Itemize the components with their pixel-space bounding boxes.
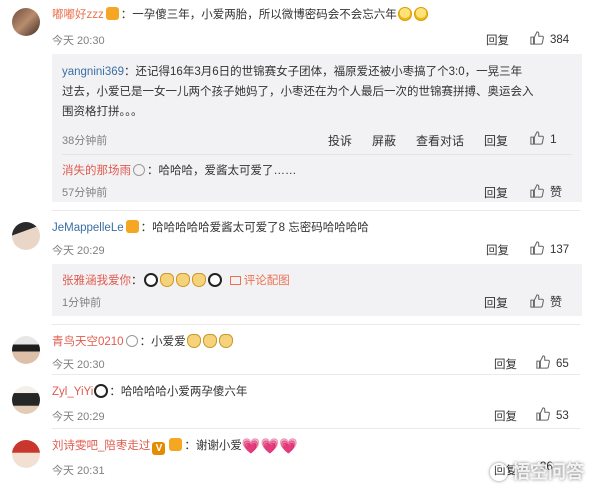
- cat-emoji-icon: [218, 334, 233, 348]
- avatar[interactable]: [12, 222, 40, 250]
- reply-item: 消失的那场雨 ：哈哈哈，爱酱太可爱了……: [62, 162, 297, 178]
- reply-time: 38分钟前: [62, 135, 108, 147]
- divider: [52, 210, 580, 211]
- reply-item: 张雅涵我爱你： 评论配图: [62, 272, 290, 288]
- cat-emoji-icon: [202, 334, 217, 348]
- like-button[interactable]: 1: [530, 131, 557, 146]
- timestamp: 今天 20:29: [52, 245, 105, 257]
- like-count: 384: [550, 34, 570, 46]
- like-button[interactable]: 赞: [530, 183, 562, 200]
- avatar[interactable]: [12, 386, 40, 414]
- vip-badge-icon: [125, 220, 139, 233]
- heart-emoji-icon: 💗: [260, 438, 280, 455]
- reply-button[interactable]: 回复: [486, 242, 509, 258]
- cat-emoji-icon: [186, 334, 201, 348]
- like-button[interactable]: 65: [536, 355, 569, 370]
- panda-emoji-icon: [94, 384, 109, 398]
- like-count: 137: [550, 244, 570, 256]
- thumbs-up-icon: [530, 184, 544, 198]
- reply-button[interactable]: 回复: [484, 184, 508, 201]
- thumbs-up-icon: [530, 294, 544, 308]
- avatar[interactable]: [12, 8, 40, 36]
- reply-button[interactable]: 回复: [484, 132, 508, 149]
- timestamp: 今天 20:30: [52, 359, 105, 371]
- timestamp: 今天 20:30: [52, 35, 105, 47]
- watermark: 悟空问答: [490, 458, 584, 484]
- vip-badge-icon: [169, 438, 183, 451]
- cat-emoji-icon: [175, 273, 190, 287]
- thumbs-up-icon: [530, 131, 544, 145]
- reply-time: 1分钟前: [62, 297, 102, 309]
- laugh-emoji-icon: [413, 7, 428, 21]
- like-button[interactable]: 137: [530, 241, 569, 256]
- like-button[interactable]: 384: [530, 31, 569, 46]
- comment-text: ：哈哈哈哈哈爱酱太可爱了8 忘密码哈哈哈哈: [140, 222, 369, 234]
- username[interactable]: 张雅涵我爱你: [62, 275, 131, 287]
- heart-emoji-icon: 💗: [241, 438, 261, 455]
- comment-text: ：一孕傻三年，小爱两胎，所以微博密码会不会忘六年: [120, 9, 397, 21]
- timestamp: 今天 20:31: [52, 465, 105, 477]
- username[interactable]: yangnini369: [62, 66, 124, 78]
- image-icon: [229, 276, 241, 285]
- like-button[interactable]: 赞: [530, 293, 562, 310]
- reply-text: ：哈哈哈，爱酱太可爱了……: [147, 165, 297, 177]
- reply-text: 过去，小爱已是一女一儿两个孩子她妈了，小枣还在为个人最后一次的世锦赛拼搏、奥运会…: [62, 86, 534, 98]
- reply-button[interactable]: 回复: [486, 32, 509, 48]
- timestamp: 今天 20:29: [52, 411, 105, 423]
- comment-text: ：小爱爱: [139, 336, 186, 348]
- reply-time: 57分钟前: [62, 187, 108, 199]
- emoji-icon: [207, 273, 222, 287]
- thumbs-up-icon: [530, 31, 544, 45]
- cat-emoji-icon: [159, 273, 174, 287]
- block-button[interactable]: 屏蔽: [372, 132, 396, 149]
- username[interactable]: 嘟嘟好zzz: [52, 9, 104, 21]
- like-label: 赞: [550, 295, 563, 309]
- report-button[interactable]: 投诉: [328, 132, 352, 149]
- comment-image-link[interactable]: 评论配图: [229, 275, 290, 287]
- comment-text: ：谢谢小爱: [184, 440, 242, 452]
- reply-text: 围资格打拼。。。: [62, 106, 143, 118]
- reply-text: ：: [131, 275, 143, 287]
- watermark-logo-icon: [490, 463, 508, 481]
- cat-emoji-icon: [191, 273, 206, 287]
- divider: [52, 428, 580, 429]
- member-badge-icon: [133, 164, 145, 176]
- like-label: 赞: [550, 185, 563, 199]
- thumbs-up-icon: [536, 355, 550, 369]
- username[interactable]: 青鸟天空0210: [52, 336, 124, 348]
- like-count: 1: [550, 132, 557, 146]
- heart-emoji-icon: 💗: [279, 438, 298, 455]
- reply-thread: 张雅涵我爱你： 评论配图 1分钟前 回复 赞: [52, 264, 582, 316]
- username[interactable]: 消失的那场雨: [62, 165, 131, 177]
- username[interactable]: Zyl_YiYi: [52, 386, 93, 398]
- thumbs-up-icon: [530, 241, 544, 255]
- divider: [62, 154, 572, 155]
- divider: [52, 324, 580, 325]
- emoji-icon: [143, 273, 158, 287]
- laugh-emoji-icon: [397, 7, 412, 21]
- like-button[interactable]: 53: [536, 407, 569, 422]
- avatar[interactable]: [12, 336, 40, 364]
- like-count: 53: [556, 410, 569, 422]
- vip-badge-icon: [105, 7, 119, 20]
- username[interactable]: JeMappelleLe: [52, 222, 124, 234]
- view-conversation-button[interactable]: 查看对话: [416, 132, 464, 149]
- divider: [52, 374, 580, 375]
- avatar[interactable]: [12, 440, 40, 468]
- member-badge-icon: [125, 335, 138, 347]
- thumbs-up-icon: [536, 407, 550, 421]
- reply-button[interactable]: 回复: [494, 408, 517, 424]
- like-count: 65: [556, 358, 569, 370]
- verified-badge-icon: V: [152, 442, 166, 455]
- reply-thread: yangnini369：还记得16年3月6日的世锦赛女子团体，福原爱还被小枣搞了…: [52, 54, 582, 202]
- comment-text: ：哈哈哈哈小爱两孕傻六年: [109, 386, 248, 398]
- reply-button[interactable]: 回复: [494, 356, 517, 372]
- reply-button[interactable]: 回复: [484, 294, 508, 311]
- reply-text: ：还记得16年3月6日的世锦赛女子团体，福原爱还被小枣搞了个3:0，一晃三年: [124, 66, 523, 78]
- reply-item: yangnini369：还记得16年3月6日的世锦赛女子团体，福原爱还被小枣搞了…: [62, 62, 574, 122]
- username[interactable]: 刘诗雯吧_陪枣走过: [52, 440, 150, 452]
